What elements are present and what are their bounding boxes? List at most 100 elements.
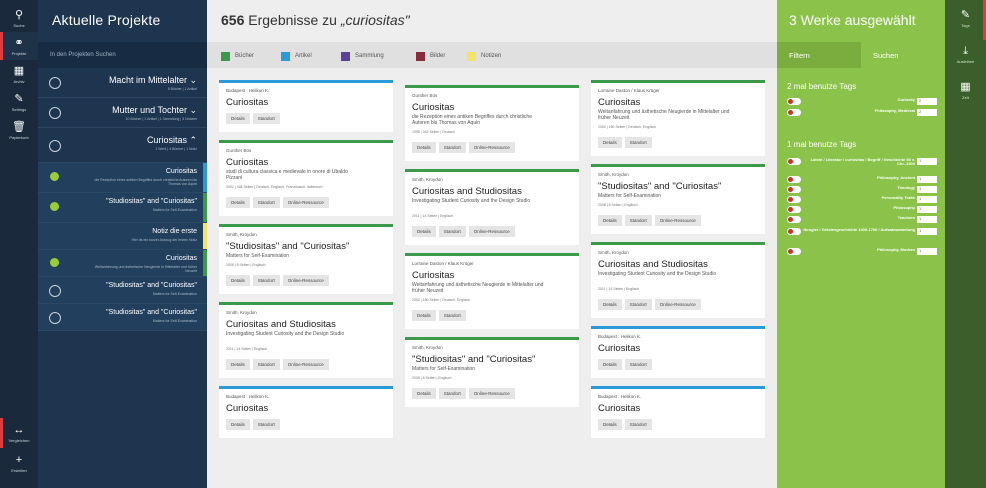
- project-item[interactable]: "Studiositas" and "Curiositas" Matters fo…: [38, 193, 207, 223]
- select-circle[interactable]: [49, 107, 61, 119]
- result-card[interactable]: Lorraine Daston / Klaus Krüger Curiositas…: [591, 80, 765, 156]
- tab-filtern[interactable]: Filtern: [777, 42, 861, 68]
- rail-papierkorb[interactable]: 🗑 Papierkorb: [0, 116, 38, 144]
- details-button[interactable]: Details: [412, 142, 436, 153]
- details-button[interactable]: Details: [598, 215, 622, 226]
- online-resource-button[interactable]: Online-Ressource: [282, 359, 329, 370]
- legend-notizen[interactable]: Notizen: [467, 51, 501, 61]
- standort-button[interactable]: Standort: [624, 359, 652, 370]
- details-button[interactable]: Details: [412, 226, 436, 237]
- result-card[interactable]: Smith, Kroydon Curiositas and Studiositas…: [219, 302, 393, 378]
- tag-row[interactable]: Theology 1: [787, 186, 937, 194]
- online-resource-button[interactable]: Online-Ressource: [282, 197, 329, 208]
- card-title[interactable]: Curiositas: [412, 270, 454, 281]
- tag-row[interactable]: Neugier / Geistesgeschichte 1400-1700 / …: [787, 228, 937, 236]
- standort-button[interactable]: Standort: [438, 142, 466, 153]
- tag-row[interactable]: Latein / Literatur / curiositas / Begrif…: [787, 158, 937, 166]
- card-title[interactable]: Curiositas: [598, 97, 640, 108]
- card-title[interactable]: Curiositas and Studiositas: [226, 319, 336, 330]
- project-item[interactable]: Curiositas Weltanfahrung und ästhetische …: [38, 250, 207, 277]
- rail-tags[interactable]: ✎ Tags: [945, 0, 986, 40]
- standort-button[interactable]: Standort: [252, 113, 280, 124]
- select-circle[interactable]: [49, 284, 61, 297]
- details-button[interactable]: Details: [226, 197, 250, 208]
- tag-row[interactable]: Curiosity 2: [787, 98, 937, 106]
- standort-button[interactable]: Standort: [438, 388, 466, 399]
- project-item[interactable]: "Studiositas" and "Curiositas" Matters fo…: [38, 277, 207, 304]
- result-card[interactable]: Smith, Kroydon "Studiositas" and "Curiosi…: [591, 164, 765, 234]
- select-circle[interactable]: [49, 311, 61, 324]
- card-title[interactable]: Curiositas: [412, 102, 454, 113]
- tag-row[interactable]: Philosophy, Modern 1: [787, 248, 937, 256]
- project-item[interactable]: Mutter und Tochter ⌄ 10 Bücher | 1 Artike…: [38, 98, 207, 128]
- tag-row[interactable]: Personality Traits 1: [787, 196, 937, 204]
- result-card[interactable]: Gunther Bös Curiositas die Rezeption eines…: [405, 85, 579, 161]
- details-button[interactable]: Details: [598, 419, 622, 430]
- card-title[interactable]: Curiositas: [226, 157, 268, 168]
- select-circle[interactable]: [49, 139, 61, 152]
- card-title[interactable]: Curiositas and Studiositas: [412, 186, 522, 197]
- result-card[interactable]: Smith, Kroydon Curiositas and Studiositas…: [405, 169, 579, 245]
- card-title[interactable]: Curiositas and Studiositas: [598, 259, 708, 270]
- legend-bilder[interactable]: Bilder: [416, 51, 445, 61]
- online-resource-button[interactable]: Online-Ressource: [468, 226, 515, 237]
- tab-suchen[interactable]: Suchen: [861, 42, 945, 68]
- result-card[interactable]: Smith, Kroydon "Studiositas" and "Curiosi…: [405, 337, 579, 407]
- details-button[interactable]: Details: [598, 137, 622, 148]
- details-button[interactable]: Details: [226, 113, 250, 124]
- card-title[interactable]: "Studiositas" and "Curiositas": [226, 241, 349, 252]
- tag-row[interactable]: Teachers 1: [787, 216, 937, 224]
- selected-indicator[interactable]: [50, 172, 59, 181]
- projects-search-input[interactable]: In den Projekten Suchen: [38, 42, 207, 68]
- project-item[interactable]: Macht im Mittelalter ⌄ 8 Bücher | 1 Artik…: [38, 68, 207, 98]
- online-resource-button[interactable]: Online-Ressource: [654, 215, 701, 226]
- standort-button[interactable]: Standort: [438, 310, 466, 321]
- tag-row[interactable]: Philosophy 1: [787, 206, 937, 214]
- standort-button[interactable]: Standort: [438, 226, 466, 237]
- rail-archiv[interactable]: ▦ Archiv: [0, 60, 38, 88]
- online-resource-button[interactable]: Online-Ressource: [282, 275, 329, 286]
- legend-sammlung[interactable]: Sammlung: [341, 51, 384, 61]
- online-resource-button[interactable]: Online-Ressource: [468, 142, 515, 153]
- result-card[interactable]: Lorraine Daston / Klaus Krüger Curiositas…: [405, 253, 579, 329]
- result-card[interactable]: Gunther Bös Curiositas studi di cultura cl…: [219, 140, 393, 216]
- project-item[interactable]: Curiositas die Rezeption eines antiken Be…: [38, 163, 207, 193]
- rail-zeit[interactable]: ▦ Zeit: [945, 72, 986, 108]
- result-card[interactable]: Budapest : Helikon K. Curiositas Details St…: [219, 386, 393, 438]
- standort-button[interactable]: Standort: [252, 275, 280, 286]
- details-button[interactable]: Details: [226, 359, 250, 370]
- standort-button[interactable]: Standort: [624, 299, 652, 310]
- details-button[interactable]: Details: [412, 388, 436, 399]
- online-resource-button[interactable]: Online-Ressource: [654, 299, 701, 310]
- result-card[interactable]: Budapest : Helikon K. Curiositas Details St…: [591, 386, 765, 438]
- selected-indicator[interactable]: [50, 202, 59, 211]
- tag-row[interactable]: Philosophy, Medieval 2: [787, 109, 937, 117]
- details-button[interactable]: Details: [226, 275, 250, 286]
- legend-bücher[interactable]: Bücher: [221, 51, 254, 61]
- rail-projekte[interactable]: ⚭ Projekte: [0, 32, 38, 60]
- card-title[interactable]: Curiositas: [598, 343, 640, 354]
- tag-row[interactable]: Philosophy, Ancient 1: [787, 176, 937, 184]
- standort-button[interactable]: Standort: [624, 215, 652, 226]
- rail-erstellen[interactable]: + Erstellen: [0, 448, 38, 478]
- legend-artikel[interactable]: Artikel: [281, 51, 312, 61]
- card-title[interactable]: Curiositas: [226, 97, 268, 108]
- standort-button[interactable]: Standort: [252, 197, 280, 208]
- result-card[interactable]: Smith, Kroydon "Studiositas" and "Curiosi…: [219, 224, 393, 294]
- rail-suche[interactable]: ⚲ Suche: [0, 4, 38, 32]
- result-card[interactable]: Smith, Kroydon Curiositas and Studiositas…: [591, 242, 765, 318]
- rail-ausleihen[interactable]: ⤓ Ausleihen: [945, 36, 986, 72]
- details-button[interactable]: Details: [598, 359, 622, 370]
- details-button[interactable]: Details: [412, 310, 436, 321]
- details-button[interactable]: Details: [226, 419, 250, 430]
- select-circle[interactable]: [49, 77, 61, 89]
- details-button[interactable]: Details: [598, 299, 622, 310]
- standort-button[interactable]: Standort: [252, 419, 280, 430]
- rail-vergleichen[interactable]: ↔ Vergleichen: [0, 418, 38, 448]
- selected-indicator[interactable]: [50, 257, 59, 267]
- result-card[interactable]: Budapest : Helikon K. Curiositas Details St…: [591, 326, 765, 378]
- project-item[interactable]: Curiositas ⌃ 1 Werk | 4 Bücher | 1 Notiz: [38, 128, 207, 163]
- online-resource-button[interactable]: Online-Ressource: [468, 388, 515, 399]
- standort-button[interactable]: Standort: [624, 419, 652, 430]
- standort-button[interactable]: Standort: [252, 359, 280, 370]
